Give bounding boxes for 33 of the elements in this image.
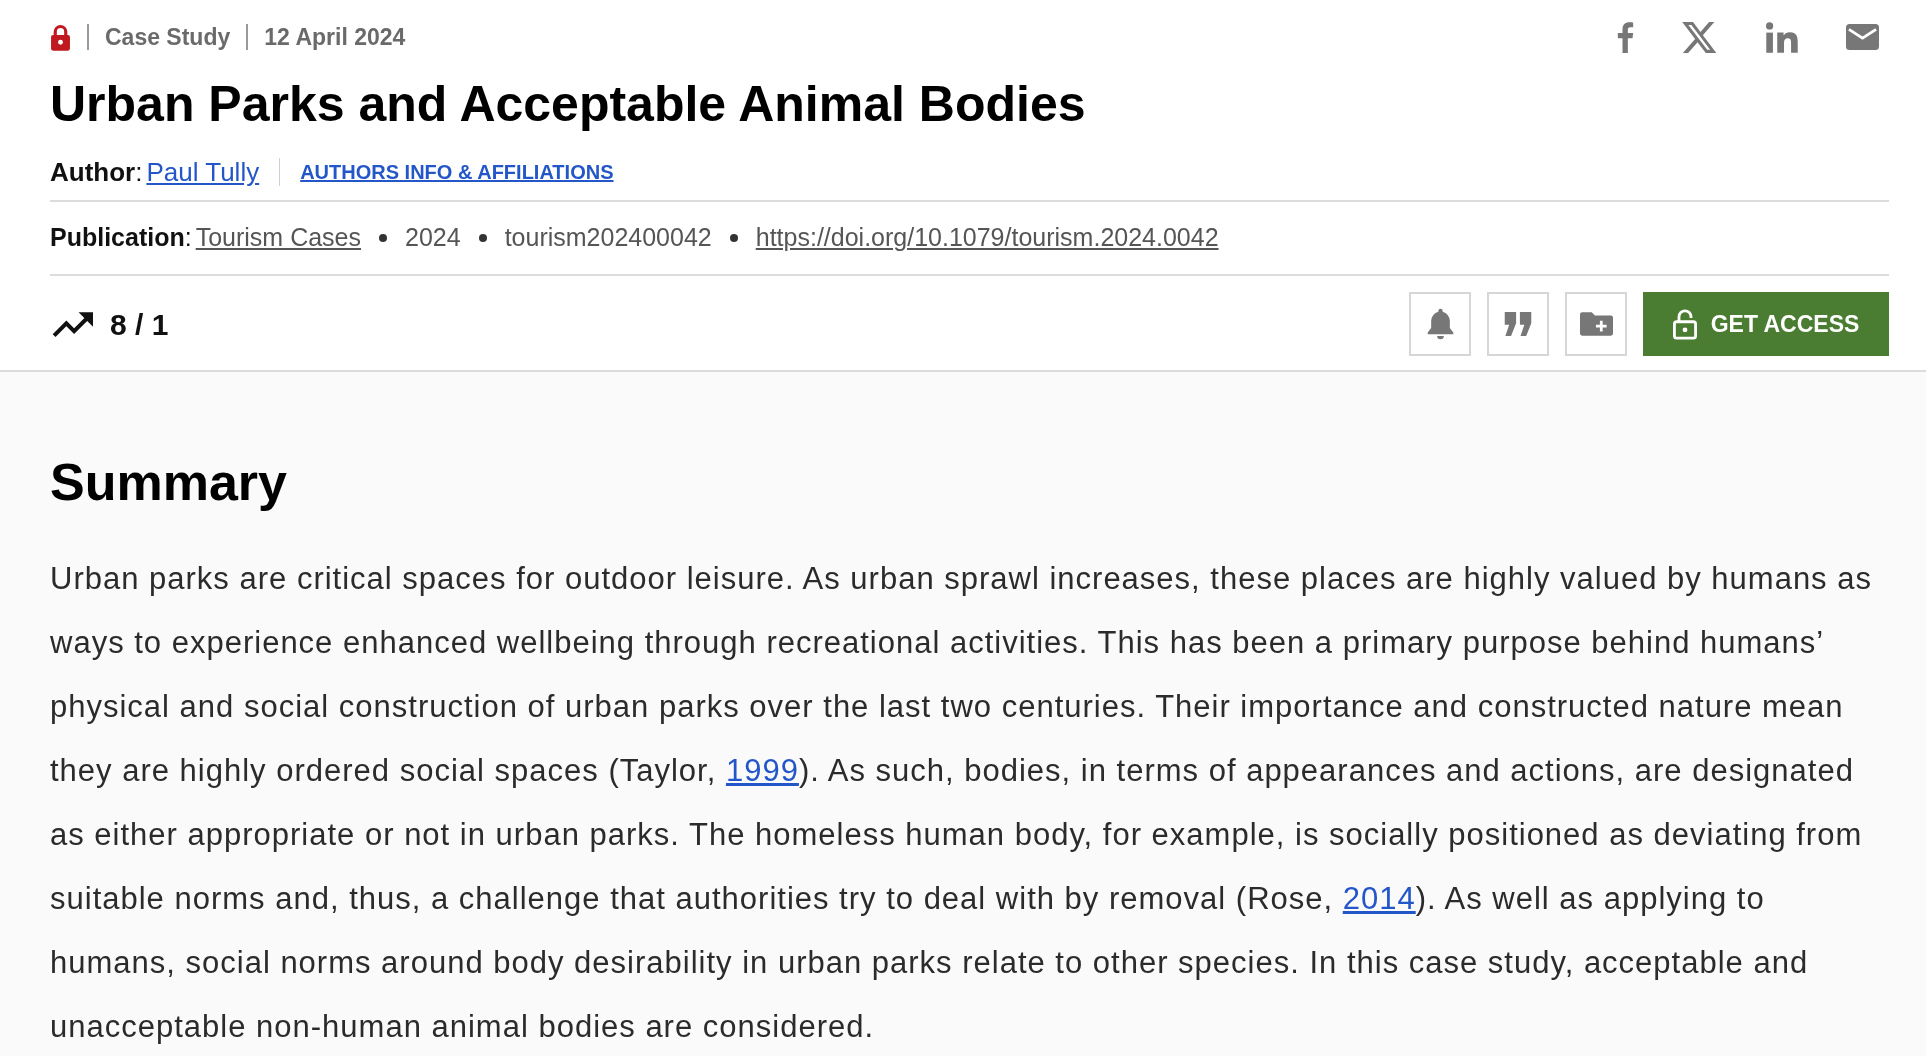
article-title: Urban Parks and Acceptable Animal Bodies <box>50 75 1087 134</box>
lock-icon <box>50 23 71 51</box>
add-folder-button[interactable] <box>1565 292 1627 356</box>
authors-info-link[interactable]: AUTHORS INFO & AFFILIATIONS <box>300 154 614 190</box>
publication-date: 12 April 2024 <box>264 22 406 52</box>
bell-icon <box>1426 308 1454 340</box>
publication-link[interactable]: Tourism Cases <box>195 219 361 257</box>
bullet-icon <box>478 234 487 242</box>
publication-detail: tourism202400042 <box>504 222 712 254</box>
bullet-icon <box>729 234 738 242</box>
publication-link[interactable]: https://doi.org/10.1079/tourism.2024.0042 <box>755 219 1219 257</box>
article-type: Case Study <box>105 22 231 52</box>
x-logo-icon[interactable] <box>1682 21 1718 53</box>
folder-plus-icon <box>1579 312 1613 336</box>
publication-detail: 2024 <box>405 222 461 254</box>
citation-link[interactable]: 1999 <box>725 753 799 788</box>
linkedin-icon[interactable] <box>1766 21 1798 53</box>
bullet-icon <box>379 234 387 242</box>
publication-label: Publication: <box>50 222 192 254</box>
summary-paragraph: Urban parks are critical spaces for outdoor leisure. As urban sprawl increases, these places are highly valued by humans as ways to experience enhanced wellbeing through recreational activities. This has been a primary purpose behind humans’ physical and social construction of urban parks over the last two centuries. Their importance and constructed nature mean they are highly ordered social spaces (Taylor, 1999). As such, bodies, in terms of appearances and actions, are designated as either appropriate or not in urban parks. The homeless human body, for example, is socially positioned as deviating from suitable norms and, thus, a challenge that authorities try to deal with by removal (Rose, 2014). As well as applying to humans, social norms around body desirability in urban parks relate to other species. In this case study, acceptable and unacceptable non-human animal bodies are considered. <box>50 560 1873 1046</box>
quote-button[interactable] <box>1487 292 1549 356</box>
metrics-count: 8 / 1 <box>110 306 169 343</box>
trend-up-icon <box>50 309 96 339</box>
author-link[interactable]: Paul Tully <box>146 154 260 190</box>
summary-heading: Summary <box>50 452 288 512</box>
author-label: Author: <box>50 156 143 189</box>
bell-button[interactable] <box>1409 292 1471 356</box>
citation-link[interactable]: 2014 <box>1342 881 1416 916</box>
get-access-button[interactable]: GET ACCESS <box>1643 292 1889 356</box>
unlock-icon <box>1672 308 1697 340</box>
facebook-icon[interactable] <box>1617 21 1634 53</box>
quote-icon <box>1502 312 1534 336</box>
mail-icon[interactable] <box>1846 24 1879 50</box>
